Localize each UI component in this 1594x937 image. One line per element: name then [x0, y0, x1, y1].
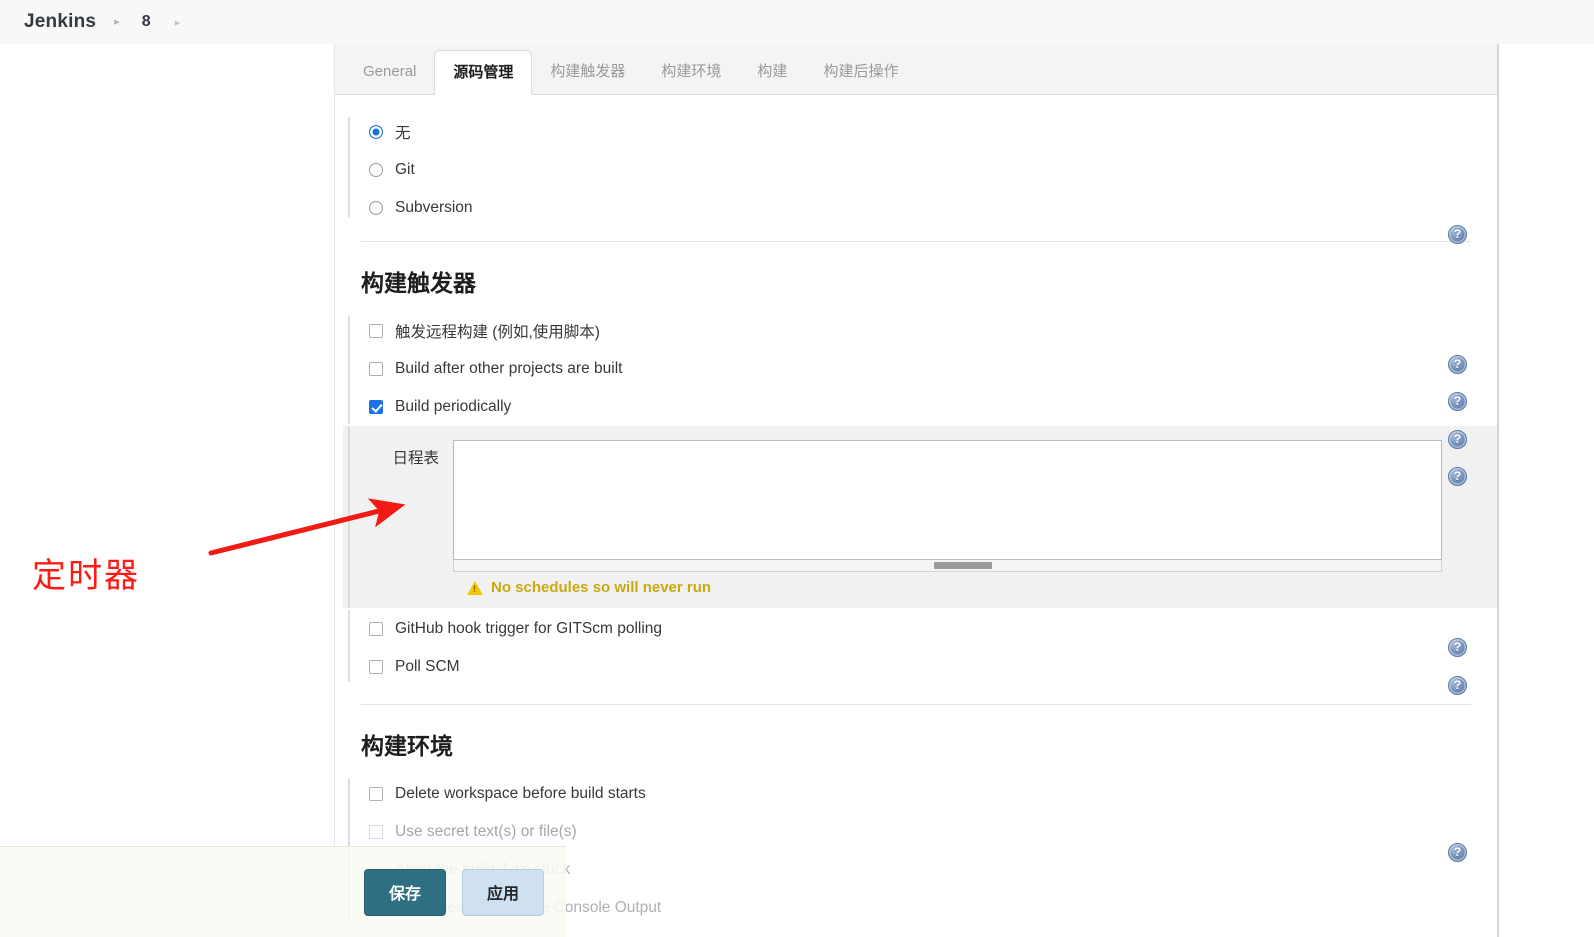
- tab-build[interactable]: 构建: [739, 50, 805, 94]
- help-glyph: ?: [1453, 357, 1462, 371]
- panel-right-border: [1498, 44, 1499, 937]
- scm-option-subversion[interactable]: Subversion: [361, 189, 1497, 227]
- help-icon-scm[interactable]: ?: [1448, 225, 1467, 244]
- build-triggers-section: 触发远程构建 (例如,使用脚本) Build after other proje…: [335, 312, 1497, 426]
- trigger-github-hook-row[interactable]: GitHub hook trigger for GITScm polling: [361, 610, 1497, 648]
- radio-button-subversion[interactable]: [369, 201, 383, 215]
- scm-option-none-label: 无: [395, 125, 411, 142]
- schedule-row: 日程表: [343, 440, 1497, 572]
- schedule-label: 日程表: [392, 450, 439, 467]
- tab-build-triggers[interactable]: 构建触发器: [532, 50, 643, 94]
- section-rail: [348, 316, 350, 424]
- scm-option-none[interactable]: 无: [361, 113, 1497, 151]
- trigger-after-other-projects-row[interactable]: Build after other projects are built: [361, 350, 1497, 388]
- radio-button-none[interactable]: [369, 125, 383, 139]
- help-icon-build-after[interactable]: ?: [1448, 392, 1467, 411]
- env-secret-text-label: Use secret text(s) or file(s): [395, 823, 577, 840]
- save-button[interactable]: 保存: [364, 868, 446, 916]
- help-glyph: ?: [1453, 845, 1462, 859]
- schedule-warning: No schedules so will never run: [343, 579, 1497, 596]
- schedule-input[interactable]: [453, 440, 1442, 560]
- help-icon-poll-scm[interactable]: ?: [1448, 676, 1467, 695]
- tab-post-build[interactable]: 构建后操作: [805, 50, 916, 94]
- apply-button[interactable]: 应用: [462, 868, 544, 916]
- scm-option-subversion-label: Subversion: [395, 199, 473, 216]
- section-heading-build-env: 构建环境: [361, 733, 453, 759]
- trigger-poll-scm-row[interactable]: Poll SCM: [361, 648, 1497, 686]
- scm-option-git-label: Git: [395, 161, 415, 178]
- help-glyph: ?: [1453, 227, 1462, 241]
- help-icon-trigger-remote[interactable]: ?: [1448, 355, 1467, 374]
- config-form: 无 Git Subversion 构建触发器 触发远程构建 (例如,使用脚本) …: [335, 95, 1497, 927]
- help-glyph: ?: [1453, 394, 1462, 408]
- annotation-arrow-icon: [208, 498, 405, 556]
- trigger-after-other-projects-label: Build after other projects are built: [395, 360, 623, 377]
- screenshot-root: Jenkins ▸ 8 ▸ General 源码管理 构建触发器 构建环境 构建…: [0, 0, 1594, 937]
- radio-button-git[interactable]: [369, 163, 383, 177]
- section-heading-build-triggers: 构建触发器: [361, 270, 476, 296]
- help-glyph: ?: [1453, 469, 1462, 483]
- help-icon-build-periodically[interactable]: ?: [1448, 430, 1467, 449]
- trigger-remote-build-row[interactable]: 触发远程构建 (例如,使用脚本): [361, 312, 1497, 350]
- env-delete-workspace-label: Delete workspace before build starts: [395, 785, 646, 802]
- build-triggers-section-2: GitHub hook trigger for GITScm polling P…: [335, 608, 1497, 686]
- checkbox-github-hook-trigger[interactable]: [369, 622, 383, 636]
- help-glyph: ?: [1453, 640, 1462, 654]
- scm-option-git[interactable]: Git: [361, 151, 1497, 189]
- form-action-bar: 保存 应用: [0, 846, 566, 937]
- trigger-github-hook-label: GitHub hook trigger for GITScm polling: [395, 620, 663, 637]
- help-glyph: ?: [1453, 432, 1462, 446]
- trigger-poll-scm-label: Poll SCM: [395, 658, 460, 675]
- breadcrumb-separator-icon: ▸: [114, 15, 120, 28]
- checkbox-build-periodically[interactable]: [369, 400, 383, 414]
- checkbox-poll-scm[interactable]: [369, 660, 383, 674]
- help-icon-github-hook[interactable]: ?: [1448, 638, 1467, 657]
- schedule-textarea-wrap: [453, 440, 1442, 572]
- trigger-build-periodically-label: Build periodically: [395, 398, 512, 415]
- help-icon-secret-text[interactable]: ?: [1448, 843, 1467, 862]
- breadcrumb-bar: Jenkins ▸ 8 ▸: [0, 0, 1594, 44]
- checkbox-build-after-other-projects[interactable]: [369, 362, 383, 376]
- schedule-field-block: 日程表 No schedules so will never run: [343, 426, 1497, 608]
- annotation-label-timer: 定时器: [32, 556, 140, 596]
- scrollbar-thumb[interactable]: [934, 562, 992, 569]
- section-rail: [348, 117, 350, 217]
- checkbox-delete-workspace[interactable]: [369, 787, 383, 801]
- job-config-panel: General 源码管理 构建触发器 构建环境 构建 构建后操作 无 Git S…: [334, 44, 1498, 937]
- section-rail: [348, 610, 350, 682]
- warning-triangle-icon: [467, 580, 483, 595]
- env-delete-workspace-row[interactable]: Delete workspace before build starts: [361, 775, 1497, 813]
- tab-source-control[interactable]: 源码管理: [434, 50, 533, 95]
- help-glyph: ?: [1453, 678, 1462, 692]
- tab-build-env[interactable]: 构建环境: [643, 50, 739, 94]
- scm-section: 无 Git Subversion: [335, 95, 1497, 227]
- trigger-remote-build-label: 触发远程构建 (例如,使用脚本): [395, 324, 600, 341]
- jenkins-logo-text[interactable]: Jenkins: [24, 11, 96, 33]
- schedule-warning-text: No schedules so will never run: [491, 579, 712, 596]
- schedule-horizontal-scrollbar[interactable]: [453, 560, 1442, 572]
- checkbox-use-secret-text[interactable]: [369, 825, 383, 839]
- config-tab-bar: General 源码管理 构建触发器 构建环境 构建 构建后操作: [335, 44, 1497, 95]
- tab-general[interactable]: General: [345, 50, 434, 94]
- help-icon-schedule[interactable]: ?: [1448, 467, 1467, 486]
- breadcrumb-item-job[interactable]: 8: [136, 11, 157, 33]
- checkbox-trigger-remote-build[interactable]: [369, 324, 383, 338]
- breadcrumb-dropdown-chevron-icon[interactable]: ▸: [175, 16, 181, 29]
- trigger-build-periodically-row[interactable]: Build periodically: [361, 388, 1497, 426]
